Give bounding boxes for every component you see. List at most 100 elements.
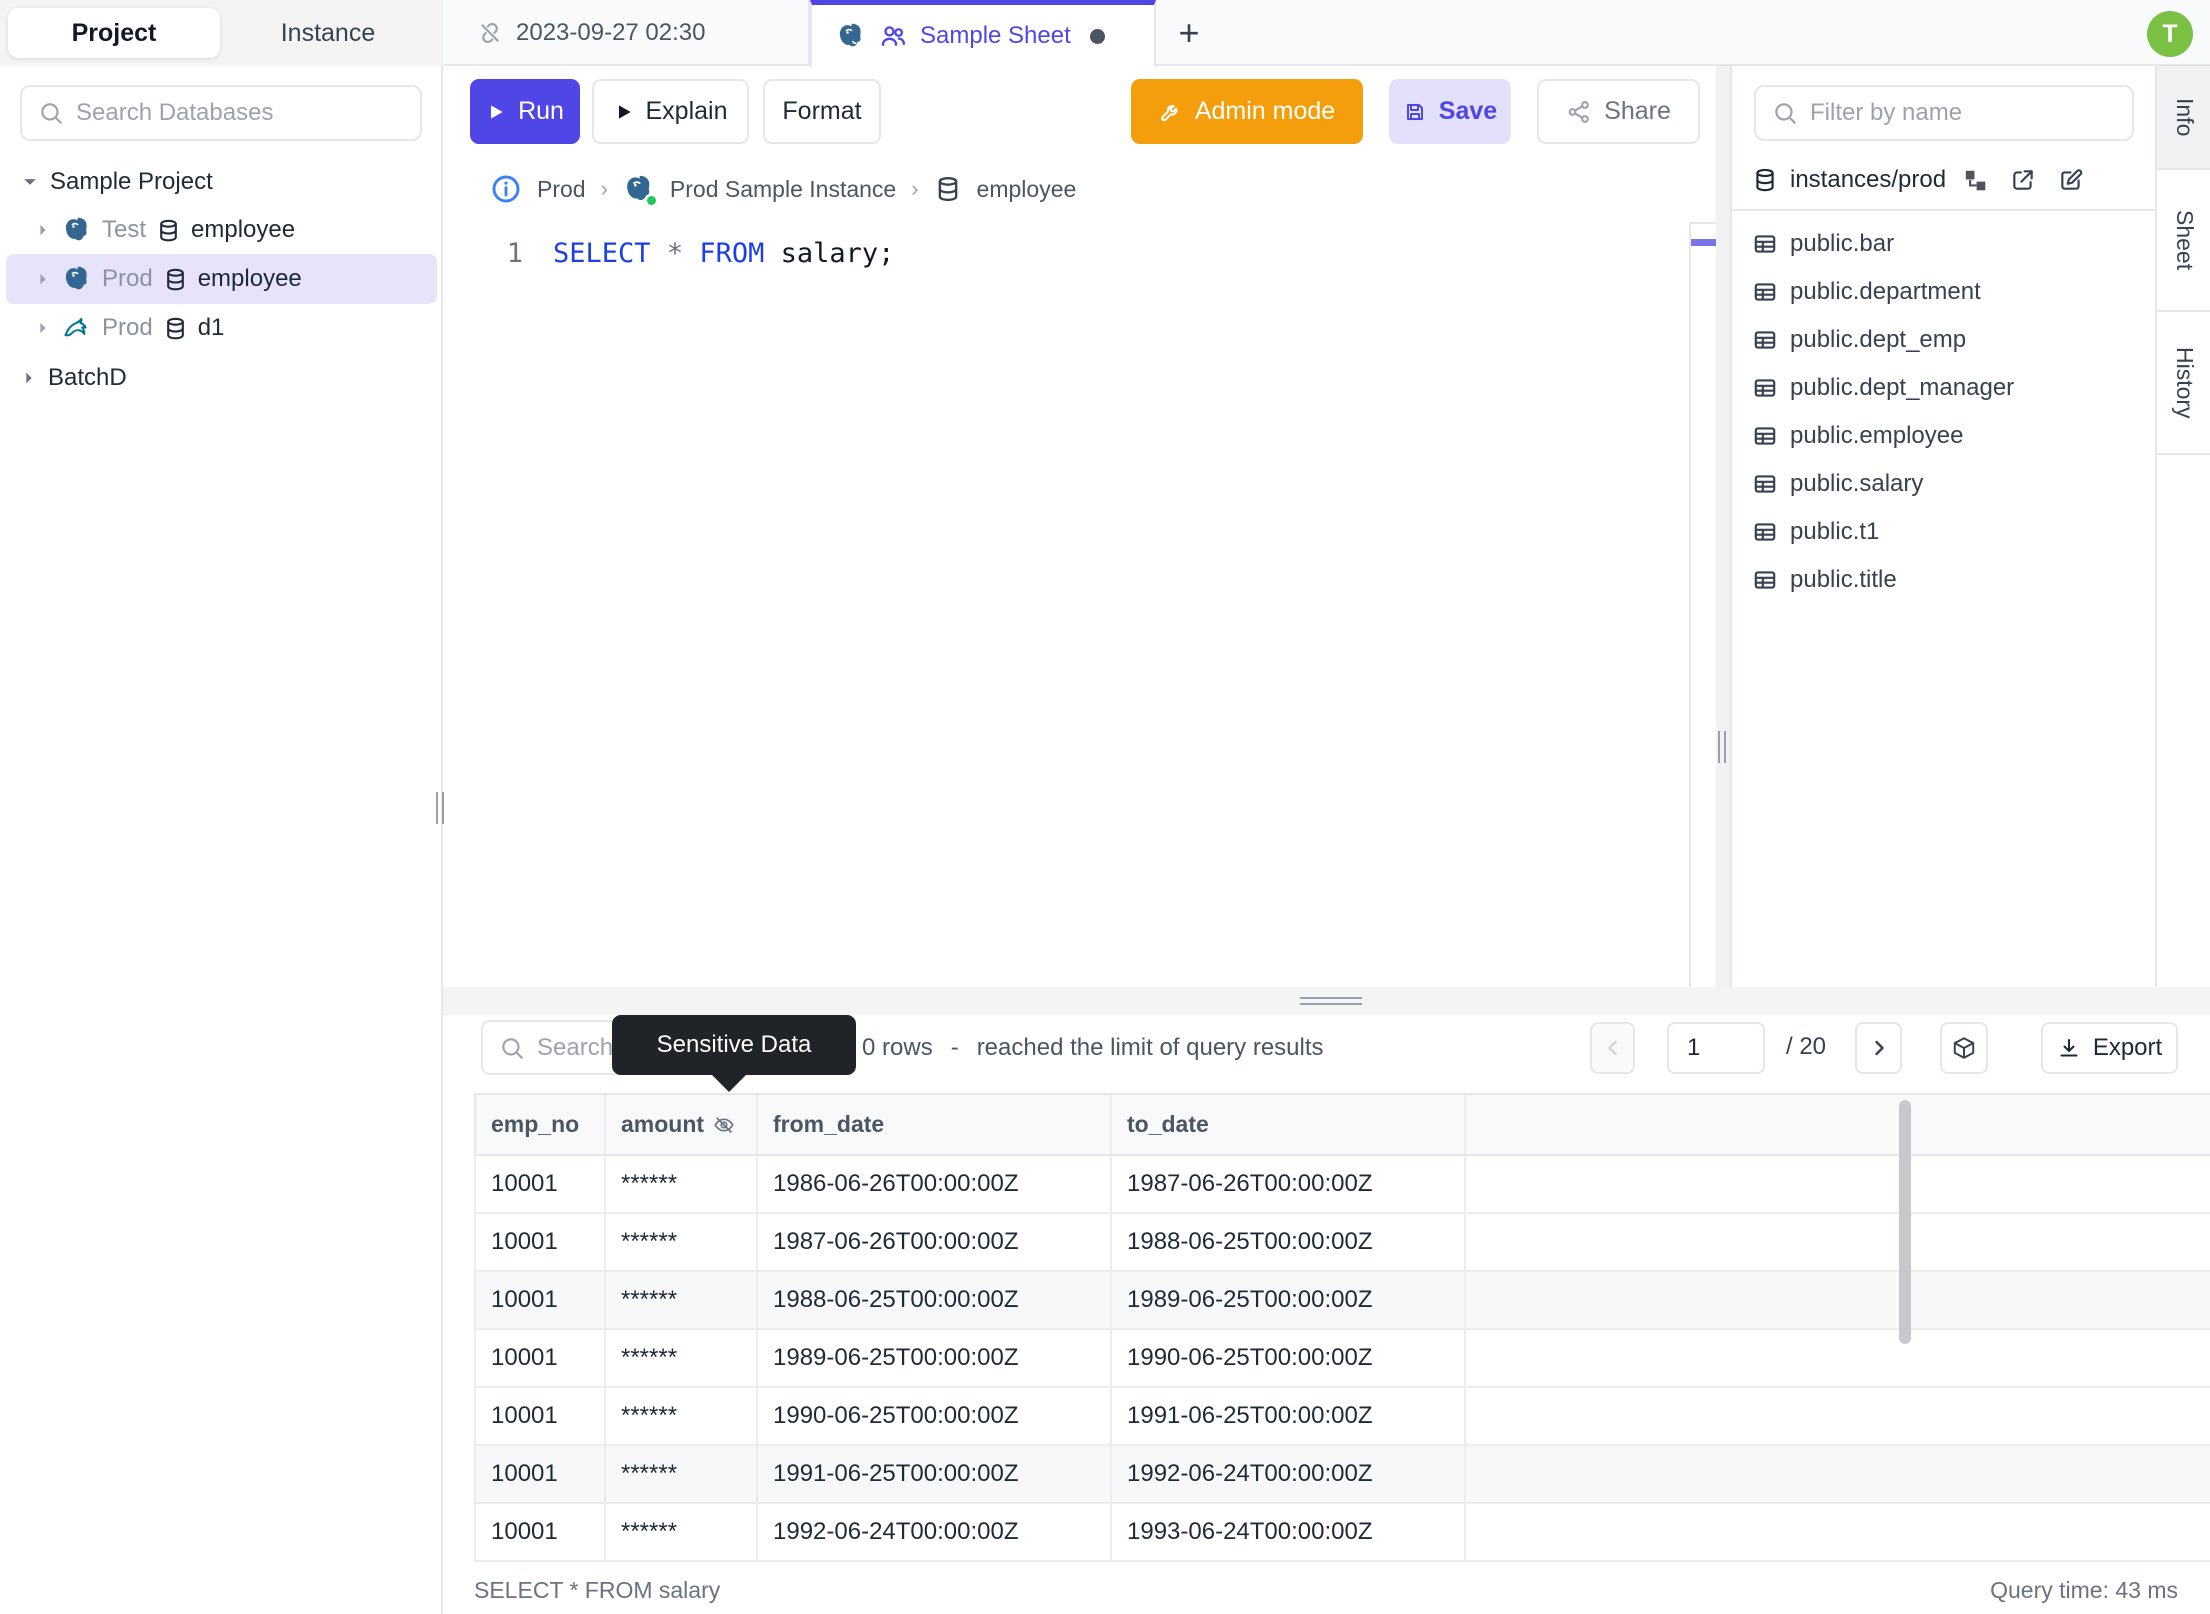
executed-query-text: SELECT * FROM salary [474,1576,721,1603]
ruler-cursor-mark [1691,239,1716,246]
project-instance-switcher: Project Instance [0,0,443,66]
results-table-header: emp_no amount from_date to_date [474,1093,2210,1156]
external-link-icon[interactable] [2010,167,2036,193]
sheet-tab-active[interactable]: Sample Sheet [810,0,1156,67]
database-search-input[interactable] [76,99,404,127]
sheet-tab-unsaved[interactable]: 2023-09-27 02:30 [453,0,810,66]
table-icon [1752,519,1778,545]
play-icon [614,102,634,122]
column-header[interactable]: to_date [1112,1095,1466,1154]
result-view-mode-button[interactable] [1940,1022,1988,1074]
tab-history[interactable]: History [2157,312,2210,455]
database-icon [934,175,962,203]
table-row: 10001 ****** 1991-06-25T00:00:00Z 1992-0… [474,1446,2210,1504]
database-name: employee [191,216,296,243]
table-item[interactable]: public.bar [1732,220,2157,268]
schema-panel-gutter [1716,66,1730,987]
row-count: 0 rows [862,1034,933,1061]
tab-project[interactable]: Project [8,8,220,58]
table-filter-input[interactable] [1810,99,2116,127]
postgres-icon [836,21,866,51]
database-icon [1752,167,1778,193]
breadcrumb-environment[interactable]: Prod [537,176,586,203]
sql-operator: * [666,238,684,269]
avatar[interactable]: T [2147,11,2193,57]
table-row: 10001 ****** 1987-06-26T00:00:00Z 1988-0… [474,1214,2210,1272]
edit-icon[interactable] [2058,167,2084,193]
results-scrollbar[interactable] [1899,1100,1911,1344]
table-item[interactable]: public.salary [1732,460,2157,508]
table-item[interactable]: public.dept_manager [1732,364,2157,412]
column-header[interactable]: from_date [758,1095,1112,1154]
schema-diagram-icon[interactable] [1962,167,1988,193]
sheet-tab-label: 2023-09-27 02:30 [516,19,706,46]
table-row: 10001 ****** 1992-06-24T00:00:00Z 1993-0… [474,1504,2210,1562]
database-name: employee [197,265,302,292]
database-icon [156,218,181,243]
format-button[interactable]: Format [763,79,881,144]
admin-mode-button[interactable]: Admin mode [1131,79,1363,144]
postgres-icon [623,173,658,207]
info-circle-icon[interactable] [490,173,522,205]
chevron-left-icon [1601,1036,1625,1060]
sql-editor[interactable]: 1 SELECT * FROM salary; [483,238,895,269]
table-row: 10001 ****** 1988-06-25T00:00:00Z 1989-0… [474,1272,2210,1330]
mysql-icon [62,313,92,343]
column-header-filler [1466,1095,2210,1154]
save-button[interactable]: Save [1389,79,1511,144]
database-sidebar: Sample Project Test employee Prod em [0,66,443,1614]
column-header[interactable]: amount [606,1095,758,1154]
schema-panel: instances/prod public.bar public.departm… [1730,66,2157,987]
tab-instance[interactable]: Instance [222,8,434,58]
results-resize-handle[interactable] [1300,997,1362,1005]
breadcrumb: Prod › Prod Sample Instance › employee [490,171,1076,207]
cube-icon [1951,1035,1977,1061]
explain-button[interactable]: Explain [592,79,749,144]
table-item[interactable]: public.title [1732,556,2157,604]
database-icon [163,316,188,341]
database-name: d1 [197,314,225,341]
new-tab-button[interactable]: + [1168,12,1210,54]
prev-page-button[interactable] [1590,1022,1635,1074]
breadcrumb-database[interactable]: employee [977,176,1077,203]
schema-panel-resize-handle[interactable] [1718,731,1728,763]
sheet-tab-label: Sample Sheet [920,22,1071,49]
table-icon [1752,279,1778,305]
editor-overview-ruler [1689,222,1716,987]
run-button[interactable]: Run [470,79,580,144]
table-icon [1752,423,1778,449]
tree-db-prod-d1[interactable]: Prod d1 [6,304,437,352]
results-summary: 0 rows - reached the limit of query resu… [862,1032,1324,1064]
schema-header: instances/prod [1732,151,2157,211]
page-number-input[interactable] [1667,1022,1765,1074]
sheet-tabstrip: 2023-09-27 02:30 Sample Sheet + T [443,0,2210,67]
chevron-right-icon: › [600,176,608,201]
editor-panel: Run Explain Format Admin mode Save Share [443,66,1716,987]
unsaved-dot-indicator [1089,28,1105,44]
export-button[interactable]: Export [2041,1022,2178,1074]
limit-message: reached the limit of query results [976,1034,1324,1061]
tree-db-prod-employee-selected[interactable]: Prod employee [6,254,437,304]
side-tabstrip: Info Sheet History [2155,66,2210,1010]
table-item[interactable]: public.department [1732,268,2157,316]
table-item[interactable]: public.employee [1732,412,2157,460]
table-item[interactable]: public.t1 [1732,508,2157,556]
tab-info[interactable]: Info [2157,66,2210,170]
share-button[interactable]: Share [1537,79,1700,144]
tree-project-batchd[interactable]: BatchD [6,354,437,402]
column-header[interactable]: emp_no [476,1095,606,1154]
sql-identifier: salary; [780,238,895,269]
chevron-right-icon [20,369,38,387]
tree-db-test-employee[interactable]: Test employee [6,206,437,254]
play-icon [486,102,506,122]
sidebar-resize-handle[interactable] [436,792,446,824]
users-icon [879,22,907,50]
breadcrumb-instance[interactable]: Prod Sample Instance [670,176,896,203]
chevron-right-icon [1867,1036,1891,1060]
next-page-button[interactable] [1855,1022,1902,1074]
summary-dash: - [950,1034,959,1061]
table-item[interactable]: public.dept_emp [1732,316,2157,364]
chevron-right-icon [34,270,52,288]
tab-sheet[interactable]: Sheet [2157,170,2210,312]
tree-project-sample-project[interactable]: Sample Project [6,158,437,206]
